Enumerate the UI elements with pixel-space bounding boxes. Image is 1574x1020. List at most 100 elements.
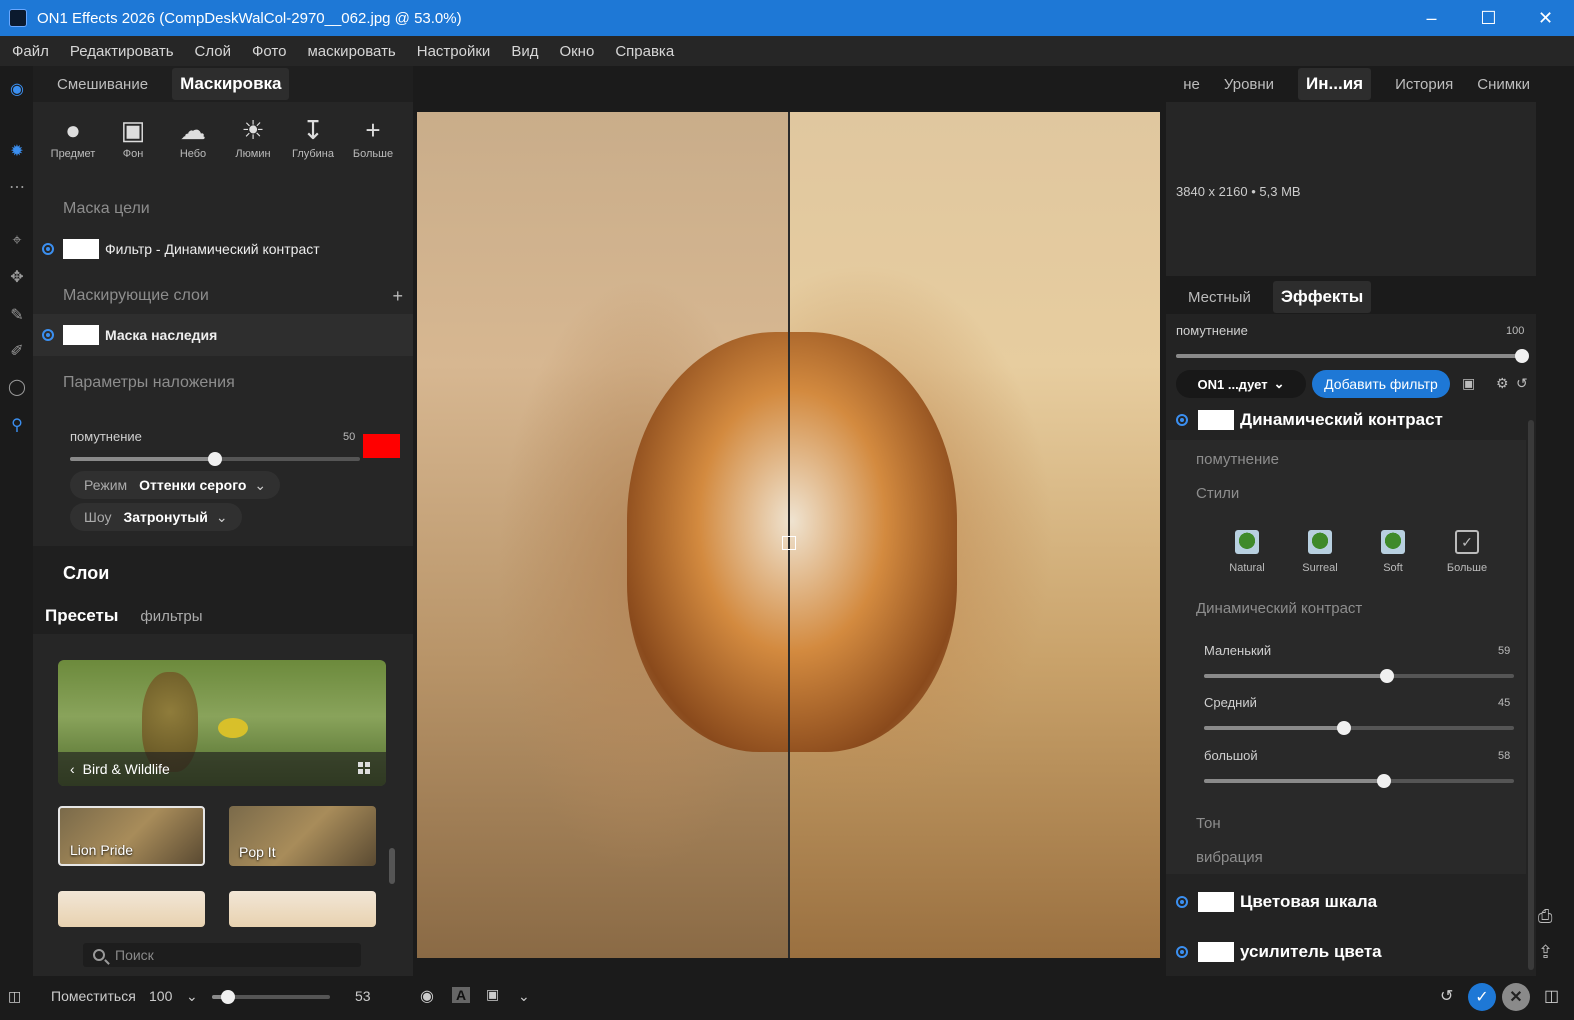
mask-tool-more[interactable]: + Больше — [343, 112, 403, 160]
zoom-tool-icon[interactable]: ⚲ — [6, 414, 28, 436]
tab-presets[interactable]: Пресеты — [45, 606, 118, 626]
move-tool-icon[interactable]: ✥ — [6, 266, 28, 288]
menu-photo[interactable]: Фото — [252, 43, 286, 60]
slider-knob[interactable] — [208, 452, 222, 466]
style-more[interactable]: ✓ Больше — [1437, 530, 1497, 574]
image-canvas[interactable] — [417, 112, 1160, 958]
section-styles[interactable]: Стили — [1196, 485, 1239, 502]
slider-knob[interactable] — [1379, 669, 1394, 683]
chevron-down-icon[interactable]: ⌄ — [186, 988, 198, 1005]
style-soft[interactable]: Soft — [1363, 530, 1423, 574]
panel-toggle-icon[interactable]: ◫ — [8, 988, 21, 1005]
export-icon[interactable]: ⇪ — [1538, 942, 1553, 963]
tab-blend[interactable]: Смешивание — [57, 76, 148, 93]
large-slider[interactable] — [1204, 774, 1514, 788]
menu-mask[interactable]: маскировать — [307, 43, 395, 60]
tab-effects[interactable]: Эффекты — [1272, 281, 1372, 313]
right-panel-toggle-icon[interactable]: ◫ — [1544, 986, 1559, 1006]
preset-thumbnail[interactable] — [58, 891, 205, 927]
crop-tool-icon[interactable]: ⌖ — [6, 230, 28, 252]
menu-layer[interactable]: Слой — [195, 43, 231, 60]
grid-view-icon[interactable] — [358, 762, 370, 774]
effects-opacity-slider[interactable] — [1176, 349, 1529, 363]
visibility-radio-icon[interactable] — [1176, 946, 1188, 958]
style-surreal[interactable]: Surreal — [1290, 530, 1350, 574]
filter-color-boost-header[interactable]: усилитель цвета — [1166, 932, 1526, 972]
overlay-color-swatch[interactable] — [363, 434, 400, 458]
eye-icon[interactable]: ◉ — [420, 986, 434, 1006]
fit-label[interactable]: Поместиться — [51, 988, 136, 1004]
medium-slider[interactable] — [1204, 721, 1514, 735]
target-mask-row[interactable]: Фильтр - Динамический контраст — [33, 228, 413, 270]
layers-title[interactable]: Слои — [63, 563, 109, 584]
section-vibrance[interactable]: вибрация — [1196, 849, 1263, 866]
brush-tool-icon[interactable]: ✎ — [6, 304, 28, 326]
masking-brush-icon[interactable]: ✐ — [6, 340, 28, 362]
preset-dropdown[interactable]: ON1 ...дует ⌄ — [1176, 370, 1306, 398]
apply-check-button[interactable]: ✓ — [1468, 983, 1496, 1011]
compare-a-icon[interactable]: A — [452, 987, 471, 1003]
mode-dropdown[interactable]: Режим Оттенки серого ⌄ — [70, 471, 281, 499]
tab-history[interactable]: История — [1395, 76, 1453, 93]
compare-handle-icon[interactable] — [782, 536, 796, 550]
mask-opacity-slider[interactable] — [70, 452, 360, 466]
search-input[interactable] — [115, 947, 335, 963]
mask-toggle-icon[interactable]: ▣ — [1462, 375, 1475, 392]
tab-local[interactable]: Местный — [1188, 289, 1251, 306]
slider-knob[interactable] — [1376, 774, 1391, 788]
preset-thumbnail[interactable] — [229, 891, 376, 927]
undo-icon[interactable]: ↺ — [1440, 986, 1453, 1006]
tab-masking[interactable]: Маскировка — [172, 68, 290, 100]
visibility-radio-icon[interactable] — [42, 329, 54, 341]
menu-file[interactable]: Файл — [12, 43, 49, 60]
add-filter-button[interactable]: Добавить фильтр — [1312, 370, 1450, 398]
slider-knob[interactable] — [1515, 349, 1529, 363]
section-tone[interactable]: Тон — [1196, 815, 1221, 832]
slider-knob[interactable] — [1336, 721, 1351, 735]
tab-navigator[interactable]: не — [1183, 76, 1200, 93]
mask-tool-background[interactable]: ▣ Фон — [103, 112, 163, 160]
mask-tool-subject[interactable]: ● Предмет — [43, 112, 103, 160]
small-slider[interactable] — [1204, 669, 1514, 683]
maximize-icon[interactable]: ☐ — [1460, 0, 1517, 36]
section-dynamic-contrast[interactable]: Динамический контраст — [1196, 600, 1362, 617]
tab-filters[interactable]: фильтры — [140, 608, 202, 625]
effects-scrollbar[interactable] — [1528, 420, 1534, 970]
reset-icon[interactable]: ↺ — [1516, 375, 1528, 392]
menu-window[interactable]: Окно — [559, 43, 594, 60]
slider-knob[interactable] — [220, 990, 235, 1004]
show-dropdown[interactable]: Шоу Затронутый ⌄ — [70, 503, 242, 531]
style-natural[interactable]: Natural — [1217, 530, 1277, 574]
preset-thumbnail[interactable]: Lion Pride — [58, 806, 205, 866]
chevron-down-icon[interactable]: ⌄ — [518, 988, 530, 1005]
mask-tool-luminosity[interactable]: ☀ Люмин — [223, 112, 283, 160]
more-tools-icon[interactable]: ⋯ — [6, 176, 28, 198]
mask-tool-sky[interactable]: ☁ Небо — [163, 112, 223, 160]
preset-thumbnail[interactable]: Pop It — [229, 806, 376, 866]
mask-tool-depth[interactable]: ↧ Глубина — [283, 112, 343, 160]
visibility-radio-icon[interactable] — [1176, 414, 1188, 426]
tab-snapshots[interactable]: Снимки — [1477, 76, 1530, 93]
app-logo-icon[interactable]: ◉ — [6, 78, 28, 100]
visibility-radio-icon[interactable] — [42, 243, 54, 255]
chevron-left-icon[interactable]: ‹ — [70, 761, 75, 777]
add-mask-layer-button[interactable]: + — [392, 286, 403, 307]
section-opacity[interactable]: помутнение — [1196, 451, 1279, 468]
preset-category-card[interactable]: ‹ Bird & Wildlife — [58, 660, 386, 786]
mask-view-icon[interactable]: ▣ — [486, 986, 499, 1003]
menu-view[interactable]: Вид — [511, 43, 538, 60]
preset-search[interactable] — [83, 943, 361, 967]
menu-settings[interactable]: Настройки — [417, 43, 491, 60]
close-icon[interactable]: ✕ — [1517, 0, 1574, 36]
print-icon[interactable]: ⎙ — [1538, 906, 1552, 927]
minimize-icon[interactable]: – — [1403, 0, 1460, 36]
gradient-tool-icon[interactable]: ◯ — [6, 376, 28, 398]
filter-color-scale-header[interactable]: Цветовая шкала — [1166, 882, 1526, 922]
tab-info[interactable]: Ин...ия — [1298, 68, 1372, 100]
preset-scrollbar[interactable] — [389, 848, 395, 884]
menu-help[interactable]: Справка — [615, 43, 674, 60]
zoom-slider[interactable] — [212, 990, 330, 1004]
mask-layer-row[interactable]: Маска наследия — [33, 314, 413, 356]
gear-icon[interactable]: ⚙ — [1496, 375, 1509, 392]
effects-tool-icon[interactable]: ✹ — [6, 140, 28, 162]
